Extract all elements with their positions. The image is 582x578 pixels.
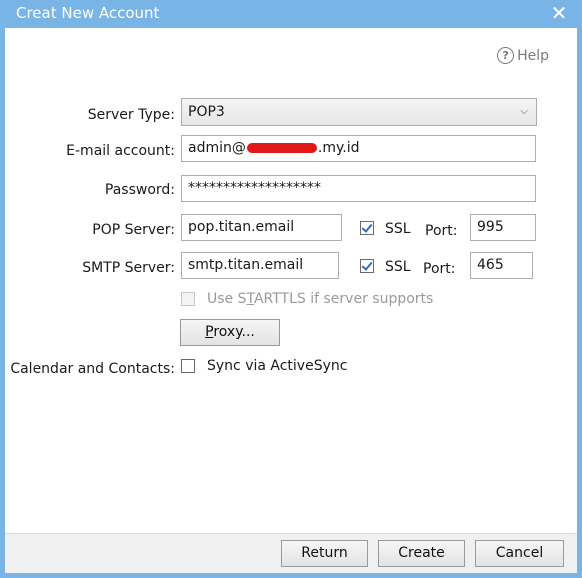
pop-server-input[interactable]: pop.titan.email [181, 214, 342, 241]
activesync-label: Sync via ActiveSync [207, 358, 348, 374]
smtp-server-input[interactable]: smtp.titan.email [181, 252, 339, 279]
pop-server-label: POP Server: [92, 222, 175, 238]
return-button[interactable]: Return [281, 540, 368, 567]
starttls-checkbox[interactable] [181, 292, 195, 306]
email-label: E-mail account: [66, 143, 175, 159]
title-bar: Creat New Account ✕ [0, 0, 582, 28]
calendar-contacts-label: Calendar and Contacts: [10, 361, 175, 377]
redaction-mark [246, 143, 317, 153]
smtp-port-label: Port: [423, 261, 456, 277]
pop-ssl-checkbox[interactable] [360, 221, 374, 235]
smtp-server-label: SMTP Server: [82, 260, 175, 276]
email-field[interactable]: admin@ .my.id [181, 135, 536, 162]
window-title: Creat New Account [16, 4, 160, 22]
dialog-footer: Return Create Cancel [5, 533, 577, 573]
server-type-label: Server Type: [87, 107, 175, 123]
activesync-checkbox[interactable] [181, 359, 195, 373]
password-field[interactable]: ******************* [181, 175, 536, 202]
dialog-body: ? Help Server Type: POP3 ⌵ E-mail accoun… [5, 28, 577, 533]
smtp-ssl-checkbox[interactable] [360, 259, 374, 273]
smtp-port-input[interactable]: 465 [470, 252, 533, 279]
smtp-ssl-label: SSL [385, 259, 411, 275]
pop-port-label: Port: [425, 223, 458, 239]
chevron-down-icon: ⌵ [520, 106, 528, 117]
help-icon: ? [497, 47, 515, 64]
cancel-button[interactable]: Cancel [475, 540, 564, 567]
email-prefix: admin@ [188, 140, 246, 156]
close-icon[interactable]: ✕ [546, 1, 572, 25]
starttls-label: Use STARTTLS if server supports [207, 291, 434, 307]
help-label: Help [517, 47, 549, 64]
email-suffix: .my.id [317, 140, 360, 156]
pop-ssl-label: SSL [385, 221, 411, 237]
server-type-value: POP3 [188, 104, 225, 120]
help-link[interactable]: ? Help [497, 47, 549, 64]
proxy-button[interactable]: Proxy... [180, 319, 280, 346]
server-type-select[interactable]: POP3 ⌵ [181, 98, 537, 126]
pop-port-input[interactable]: 995 [470, 214, 536, 241]
password-label: Password: [104, 182, 175, 198]
create-button[interactable]: Create [378, 540, 465, 567]
